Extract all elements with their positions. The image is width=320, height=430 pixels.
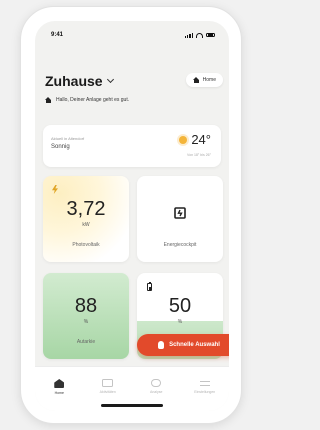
- hand-icon: [158, 341, 165, 349]
- page-title: Zuhause: [45, 73, 103, 89]
- weather-range: Von 18° bis 26°: [186, 153, 211, 157]
- pv-unit: kW: [82, 222, 90, 228]
- home-icon: [54, 379, 65, 388]
- app-screen: 9:41 Zuhause Home Hallo, Deiner Anlage g…: [35, 21, 229, 411]
- energy-flow-icon: [174, 207, 186, 219]
- home-pill-button[interactable]: Home: [185, 73, 223, 87]
- wifi-icon: [196, 32, 203, 38]
- autarkie-label: Autarkie: [76, 339, 96, 345]
- battery-status-icon: [206, 32, 215, 38]
- sliders-icon: [199, 379, 210, 387]
- battery-value: 50: [168, 295, 192, 317]
- energiecockpit-tile[interactable]: Energiecockpit: [137, 176, 223, 262]
- status-icons: [184, 32, 215, 38]
- home-pill-label: Home: [202, 77, 216, 83]
- temperature-value: 24°: [191, 132, 211, 147]
- autarkie-unit: %: [83, 319, 89, 325]
- tab-aktivitaeten[interactable]: Aktivitäten: [88, 379, 128, 394]
- pv-label: Photovoltaik: [72, 242, 100, 248]
- tab-analyse-label: Analyse: [150, 390, 163, 394]
- pv-value: 3,72: [66, 198, 106, 220]
- greeting-text: Hallo, Deiner Anlage geht es gut.: [56, 97, 130, 103]
- tab-home-label: Home: [54, 391, 64, 395]
- status-bar: 9:41: [35, 21, 229, 49]
- greeting: Hallo, Deiner Anlage geht es gut.: [45, 97, 129, 103]
- tab-analyse[interactable]: Analyse: [136, 379, 176, 394]
- screen-icon: [102, 379, 114, 387]
- tab-home[interactable]: Home: [39, 379, 79, 395]
- sun-icon: [179, 135, 188, 144]
- house-icon: [45, 97, 52, 103]
- phone-frame: 9:41 Zuhause Home Hallo, Deiner Anlage g…: [20, 6, 242, 424]
- lightning-icon: [52, 185, 58, 194]
- tab-einstellungen-label: Einstellungen: [194, 390, 216, 394]
- autarkie-value: 88: [74, 295, 98, 317]
- battery-unit: %: [177, 319, 183, 325]
- tab-einstellungen[interactable]: Einstellungen: [185, 379, 225, 394]
- home-indicator[interactable]: [101, 404, 163, 407]
- signal-icon: [184, 32, 193, 38]
- weather-location: Aktuell in Altendorf: [51, 136, 85, 141]
- chart-icon: [151, 379, 162, 387]
- home-selector[interactable]: Zuhause: [45, 73, 114, 89]
- weather-card[interactable]: Aktuell in Altendorf Sonnig 24° Von 18° …: [43, 125, 221, 167]
- tab-aktivitaeten-label: Aktivitäten: [99, 390, 116, 394]
- autarkie-tile[interactable]: 88 % Autarkie: [43, 273, 129, 359]
- house-icon: [192, 77, 200, 83]
- quick-select-button[interactable]: Schnelle Auswahl: [137, 334, 229, 356]
- energiecockpit-label: Energiecockpit: [163, 242, 197, 248]
- photovoltaik-tile[interactable]: 3,72 kW Photovoltaik: [43, 176, 129, 262]
- quick-select-label: Schnelle Auswahl: [169, 342, 220, 348]
- weather-condition: Sonnig: [51, 144, 70, 150]
- chevron-down-icon: [106, 75, 114, 84]
- battery-icon: [147, 281, 152, 291]
- header: Zuhause Home Hallo, Deiner Anlage geht e…: [45, 73, 223, 113]
- weather-temperature: 24°: [179, 132, 211, 147]
- status-time: 9:41: [51, 32, 64, 38]
